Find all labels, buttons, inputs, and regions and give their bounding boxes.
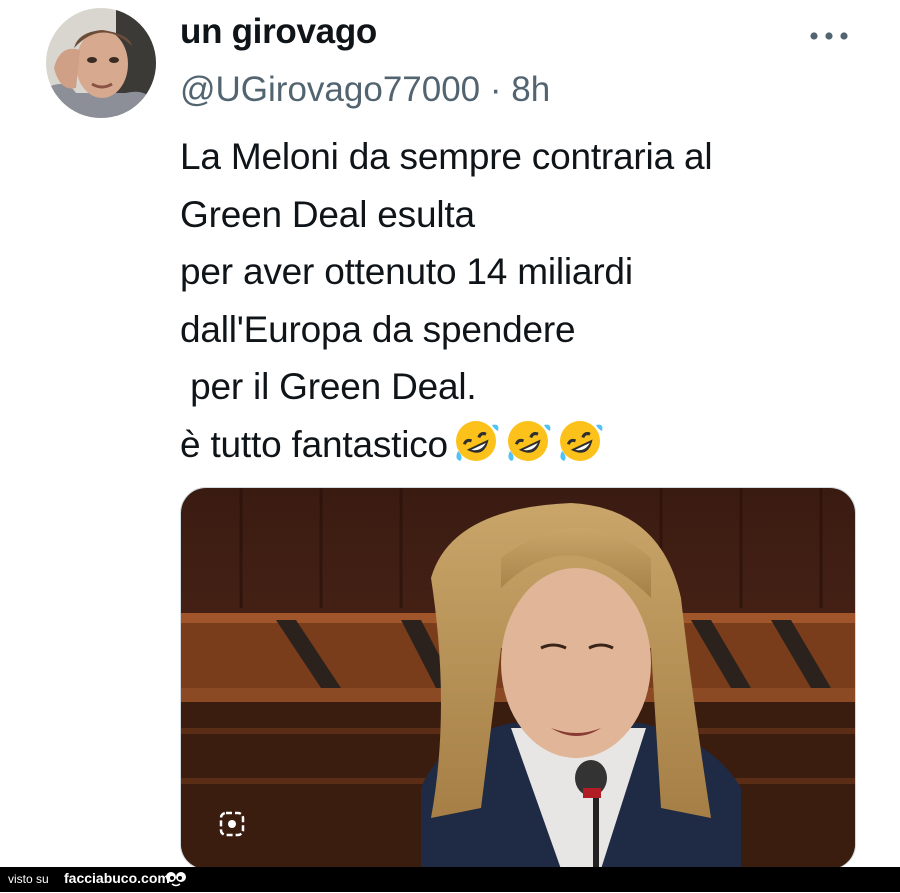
rolling-laughing-emoji-icon — [452, 417, 500, 465]
avatar[interactable] — [46, 8, 156, 118]
tweet-text: La Meloni da sempre contraria al Green D… — [180, 128, 870, 473]
site-name: facciabuco.com — [64, 870, 170, 886]
display-name[interactable]: un girovago — [180, 12, 377, 52]
rolling-laughing-emoji-icon — [504, 417, 552, 465]
separator: · — [480, 70, 512, 109]
tweet-text-body: La Meloni da sempre contraria al Green D… — [180, 136, 713, 465]
more-options-icon[interactable] — [808, 28, 850, 44]
watermark-bar: visto su facciabuco.com — [0, 867, 900, 892]
handle[interactable]: @UGirovago77000 — [180, 70, 480, 109]
tweet-photo[interactable] — [180, 487, 856, 870]
handle-row: @UGirovago77000 · 8h — [180, 70, 550, 110]
camera-icon[interactable] — [218, 810, 246, 838]
timestamp[interactable]: 8h — [511, 70, 550, 109]
rolling-laughing-emoji-icon — [556, 417, 604, 465]
facciabuco-logo-icon — [164, 870, 188, 893]
visto-su-label: visto su — [8, 872, 49, 886]
